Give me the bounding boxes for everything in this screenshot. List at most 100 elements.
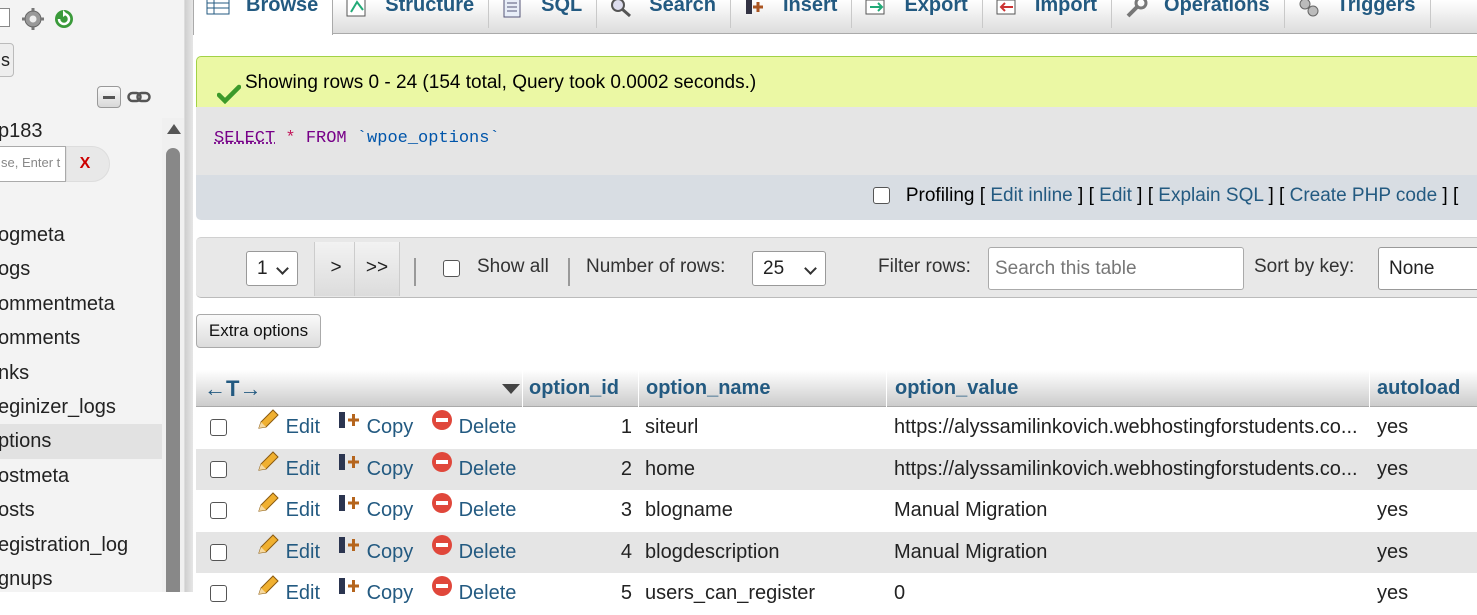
row-checkbox[interactable] [210,419,227,436]
row-copy-button[interactable]: Copy [337,449,413,490]
tab-import[interactable]: Import [983,0,1113,28]
tab-label: Structure [385,0,475,16]
tab-search[interactable]: Search [597,0,731,28]
row-delete-button[interactable]: Delete [431,407,516,448]
cell-option-name[interactable]: blogdescription [645,532,780,573]
sidebar-resizer[interactable] [185,0,193,592]
clear-filter-button[interactable]: X [66,146,110,182]
sort-by-key-select[interactable]: None [1378,247,1477,290]
tab-sql[interactable]: SQL [489,0,598,28]
row-copy-button[interactable]: Copy [337,532,413,573]
row-delete-button[interactable]: Delete [431,449,516,490]
database-name[interactable]: p183 [0,120,43,143]
cell-option-value[interactable]: Manual Migration [894,490,1047,531]
row-delete-label: Delete [458,416,517,438]
last-page-button[interactable]: >> [354,242,400,296]
reload-icon[interactable] [52,7,76,31]
sidebar-table-item[interactable]: eginizer_logs [0,390,162,424]
column-header-option-value[interactable]: option_value [895,370,1018,407]
tab-insert[interactable]: Insert [731,0,853,28]
cell-option-id[interactable]: 1 [526,407,632,448]
sidebar-table-item[interactable]: ostmeta [0,459,162,493]
cell-option-name[interactable]: siteurl [645,407,698,448]
row-edit-button[interactable]: Edit [256,490,320,531]
number-of-rows-select[interactable]: 25 [752,251,826,286]
tab-structure[interactable]: Structure [333,0,490,28]
document-icon[interactable] [0,8,12,28]
row-copy-button[interactable]: Copy [337,407,413,448]
row-edit-button[interactable]: Edit [256,407,320,448]
cell-option-value[interactable]: 0 [894,573,905,614]
row-checkbox[interactable] [210,460,227,478]
cell-option-id[interactable]: 2 [526,449,632,490]
row-copy-button[interactable]: Copy [337,573,413,614]
cell-option-id[interactable]: 5 [526,573,632,614]
row-delete-button[interactable]: Delete [431,532,516,573]
header-divider [522,370,523,407]
next-page-button[interactable]: > [314,242,358,296]
column-toggle-arrows[interactable]: ←T→ [204,370,261,407]
sidebar-table-item[interactable]: ogs [0,252,162,286]
show-all-checkbox[interactable] [443,260,460,277]
cell-option-name[interactable]: users_can_register [645,573,815,614]
sql-keyword-select[interactable]: SELECT [214,129,275,148]
link-icon[interactable] [127,90,151,104]
tab-export[interactable]: Export [852,0,983,28]
edit-query-link[interactable]: Edit [1099,185,1132,206]
row-delete-button[interactable]: Delete [431,490,516,531]
sql-query[interactable]: SELECT * FROM `wpoe_options` [214,129,500,148]
cell-option-value[interactable]: https://alyssamilinkovich.webhostingfors… [894,449,1358,490]
cell-option-id[interactable]: 3 [526,490,632,531]
sidebar-table-item[interactable]: ommentmeta [0,287,162,321]
show-all-label[interactable]: Show all [477,256,549,278]
filter-rows-input[interactable]: Search this table [988,247,1244,290]
row-edit-button[interactable]: Edit [256,532,320,573]
cell-autoload[interactable]: yes [1377,490,1408,531]
collapse-all-icon[interactable] [97,86,121,108]
column-header-autoload[interactable]: autoload [1377,370,1460,407]
page-select[interactable]: 1 [246,251,298,286]
column-header-option-name[interactable]: option_name [646,370,770,407]
row-checkbox[interactable] [210,502,227,519]
sidebar-scrollbar[interactable] [162,118,184,592]
row-checkbox[interactable] [210,543,227,561]
sidebar-table-item[interactable]: omments [0,321,162,355]
cell-autoload[interactable]: yes [1377,573,1408,614]
row-copy-button[interactable]: Copy [337,490,413,531]
cell-option-id[interactable]: 4 [526,532,632,573]
cell-option-name[interactable]: home [645,449,695,490]
table-filter-input[interactable]: se, Enter t [0,146,66,182]
sidebar-table-item[interactable]: ogmeta [0,218,162,252]
cell-option-value[interactable]: https://alyssamilinkovich.webhostingfors… [894,407,1358,448]
sort-dropdown-icon[interactable] [502,384,520,394]
row-edit-button[interactable]: Edit [256,573,320,614]
sidebar-button[interactable]: s [0,43,14,77]
gear-icon[interactable] [20,6,46,32]
scrollbar-thumb[interactable] [166,148,180,592]
cell-autoload[interactable]: yes [1377,449,1408,490]
row-checkbox[interactable] [210,585,227,602]
sidebar-table-item[interactable]: nks [0,356,162,390]
cell-option-name[interactable]: blogname [645,490,733,531]
extra-options-button[interactable]: Extra options [196,314,321,348]
row-edit-button[interactable]: Edit [256,449,320,490]
scroll-up-icon[interactable] [167,124,181,134]
row-delete-button[interactable]: Delete [431,573,516,614]
cell-option-value[interactable]: Manual Migration [894,532,1047,573]
column-header-option-id[interactable]: option_id [529,370,619,407]
tab-triggers[interactable]: Triggers [1285,0,1431,28]
tab-operations[interactable]: Operations [1112,0,1285,28]
sidebar-table-item[interactable]: gnups [0,562,162,592]
cell-autoload[interactable]: yes [1377,532,1408,573]
explain-sql-link[interactable]: Explain SQL [1158,185,1263,206]
edit-inline-link[interactable]: Edit inline [990,185,1072,206]
cell-autoload[interactable]: yes [1377,407,1408,448]
sidebar-table-item[interactable]: ptions [0,424,162,459]
create-php-code-link[interactable]: Create PHP code [1290,185,1438,206]
profiling-checkbox[interactable] [873,187,890,205]
tab-browse[interactable]: Browse [193,0,334,35]
row-copy-label: Copy [366,582,414,604]
tab-label: Operations [1164,0,1270,16]
sidebar-table-item[interactable]: osts [0,493,162,527]
sidebar-table-item[interactable]: egistration_log [0,528,162,562]
